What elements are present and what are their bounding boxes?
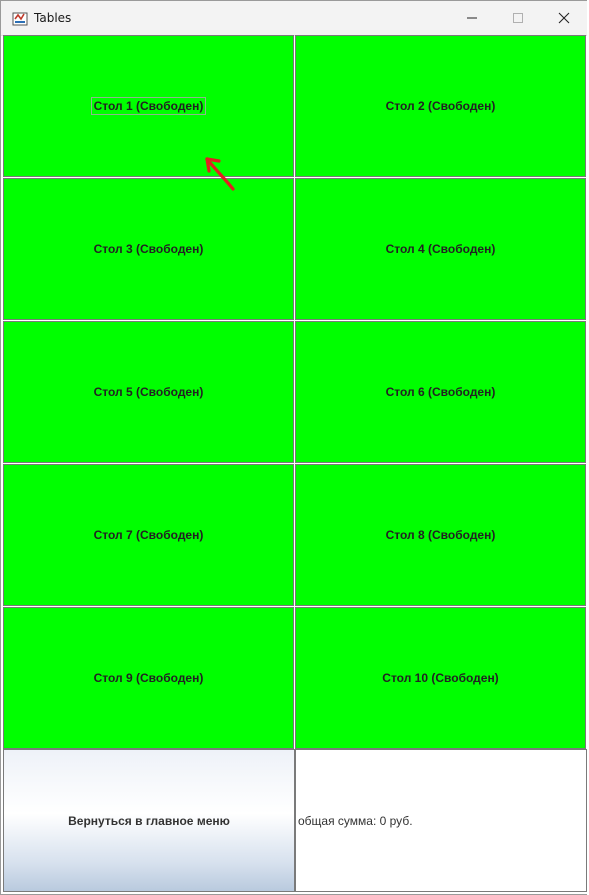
table-button-2[interactable]: Стол 2 (Свободен) [295, 35, 586, 177]
table-button-10[interactable]: Стол 10 (Свободен) [295, 607, 586, 749]
table-button-4[interactable]: Стол 4 (Свободен) [295, 178, 586, 320]
table-button-7[interactable]: Стол 7 (Свободен) [3, 464, 294, 606]
table-button-8[interactable]: Стол 8 (Свободен) [295, 464, 586, 606]
total-sum-panel: общая сумма: 0 руб. [295, 749, 587, 892]
table-label: Стол 2 (Свободен) [385, 99, 496, 113]
table-label: Стол 8 (Свободен) [385, 528, 496, 542]
table-label: Стол 3 (Свободен) [93, 242, 204, 256]
table-button-5[interactable]: Стол 5 (Свободен) [3, 321, 294, 463]
table-label: Стол 5 (Свободен) [93, 385, 204, 399]
maximize-button[interactable] [495, 1, 541, 35]
back-to-main-menu-button[interactable]: Вернуться в главное меню [3, 749, 295, 892]
java-app-icon [12, 12, 28, 26]
table-label: Стол 10 (Свободен) [382, 671, 499, 685]
close-icon [558, 12, 570, 24]
tables-window: Tables Стол 1 (Свободен) Стол 2 (Свободе… [0, 0, 589, 895]
table-label: Стол 4 (Свободен) [385, 242, 496, 256]
back-button-label: Вернуться в главное меню [68, 813, 230, 828]
table-label: Стол 6 (Свободен) [385, 385, 496, 399]
maximize-icon [513, 13, 523, 23]
tables-grid: Стол 1 (Свободен) Стол 2 (Свободен) Стол… [3, 35, 587, 892]
title-bar[interactable]: Tables [1, 1, 588, 36]
window-title: Tables [34, 11, 72, 25]
table-button-9[interactable]: Стол 9 (Свободен) [3, 607, 294, 749]
table-label: Стол 7 (Свободен) [93, 528, 204, 542]
minimize-button[interactable] [449, 1, 495, 35]
table-label: Стол 9 (Свободен) [93, 671, 204, 685]
total-sum-label: общая сумма: 0 руб. [298, 813, 413, 828]
table-label: Стол 1 (Свободен) [90, 97, 207, 115]
table-button-3[interactable]: Стол 3 (Свободен) [3, 178, 294, 320]
minimize-icon [467, 17, 477, 19]
table-button-1[interactable]: Стол 1 (Свободен) [3, 35, 294, 177]
table-button-6[interactable]: Стол 6 (Свободен) [295, 321, 586, 463]
close-button[interactable] [541, 1, 587, 35]
